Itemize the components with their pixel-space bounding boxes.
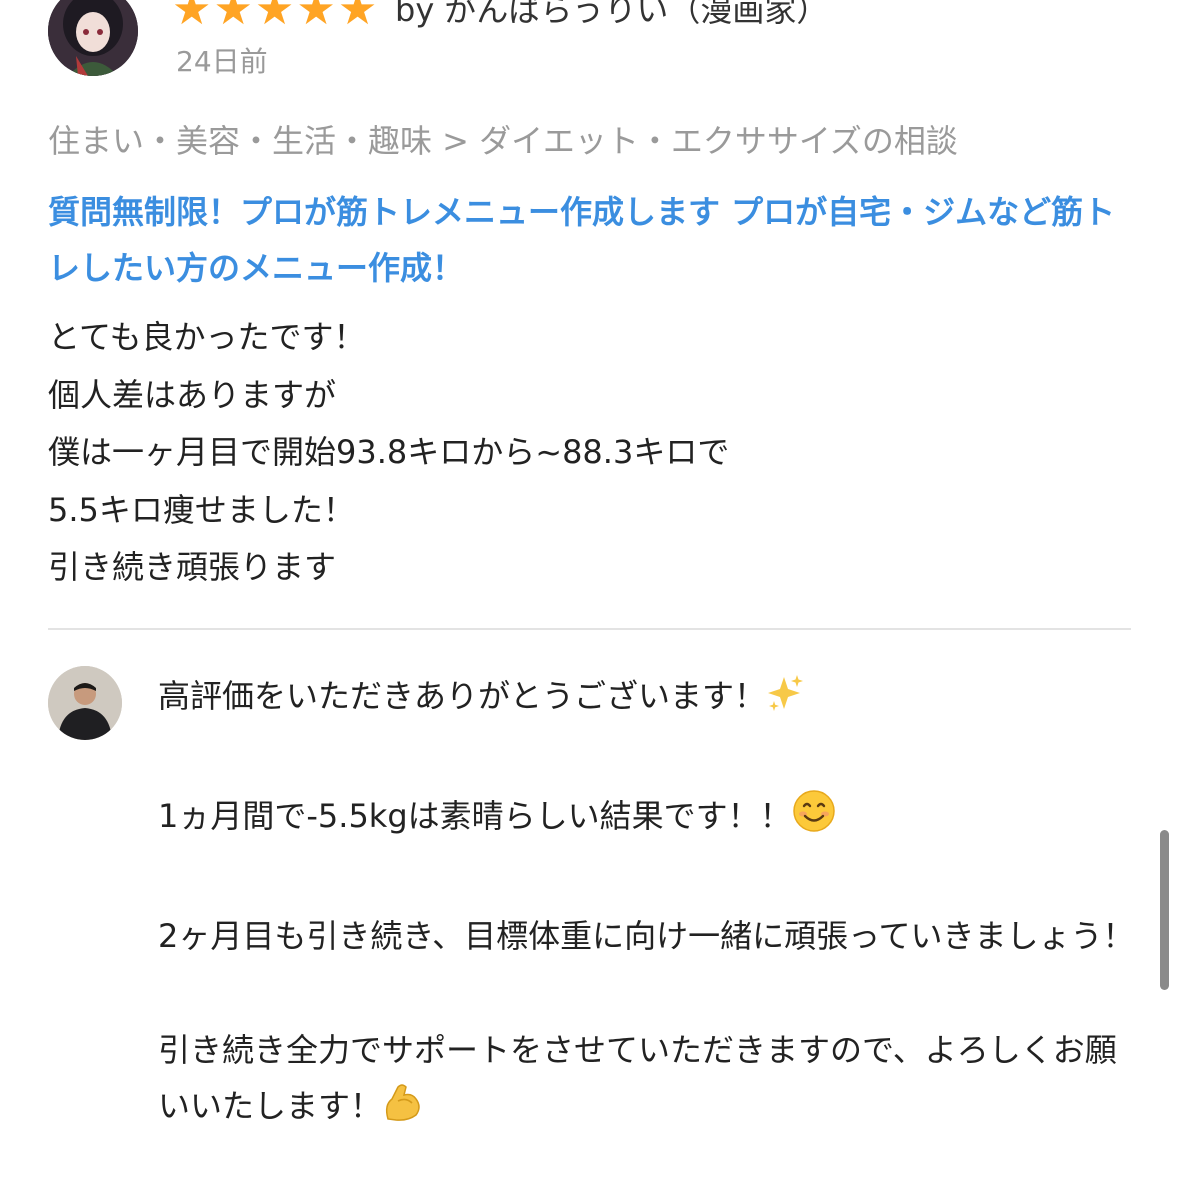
review-line: とても良かったです！ bbox=[48, 318, 366, 356]
reply-paragraph: 1ヵ月間で-5.5kgは素晴らしい結果です！！ bbox=[158, 788, 1138, 850]
divider bbox=[48, 628, 1131, 630]
category-breadcrumb[interactable]: 住まい・美容・生活・趣味 > ダイエット・エクササイズの相談 bbox=[48, 118, 958, 164]
star-icon: ★ bbox=[254, 0, 295, 35]
reviewer-avatar[interactable] bbox=[48, 0, 138, 76]
seller-reply: 高評価をいただきありがとうございます！ 1ヵ月間で-5.5kgは素晴らしい結果で… bbox=[158, 668, 1138, 1179]
star-icon: ★ bbox=[213, 0, 253, 35]
review-line: 僕は一ヶ月目で開始93.8キロから~88.3キロで bbox=[48, 433, 730, 471]
service-title-link[interactable]: 質問無制限！プロが筋トレメニュー作成します プロが自宅・ジムなど筋トレしたい方の… bbox=[48, 184, 1128, 296]
seller-avatar[interactable] bbox=[48, 666, 122, 740]
review-body: とても良かったです！ 個人差はありますが 僕は一ヶ月目で開始93.8キロから~8… bbox=[48, 309, 1128, 597]
star-icon: ★ bbox=[172, 0, 212, 35]
reply-paragraph: 高評価をいただきありがとうございます！ bbox=[158, 668, 1138, 730]
review-line: 個人差はありますが bbox=[48, 375, 337, 414]
star-icon: ★ bbox=[296, 0, 336, 35]
reply-text: 高評価をいただきありがとうございます！ bbox=[158, 677, 767, 715]
rating-stars: ★ ★ ★ ★ ★ bbox=[172, 0, 377, 32]
review-line: 引き続き頑張ります bbox=[48, 548, 337, 586]
reply-paragraph: 引き続き全力でサポートをさせていただきますので、よろしくお願いいたします！ bbox=[158, 1022, 1138, 1140]
reply-paragraph: 2ヶ月目も引き続き、目標体重に向け一緒に頑張っていきましょう！ bbox=[158, 908, 1138, 964]
review-line: 5.5キロ痩せました！ bbox=[48, 490, 355, 529]
star-icon: ★ bbox=[337, 0, 378, 35]
review-page: ★ ★ ★ ★ ★ by がんばらうりい（漫画家） 24日前 住まい・美容・生活… bbox=[0, 0, 1179, 1179]
sparkles-emoji bbox=[766, 673, 804, 730]
reply-text: 1ヵ月間で-5.5kgは素晴らしい結果です！！ bbox=[158, 797, 792, 835]
reviewer-name[interactable]: by がんばらうりい（漫画家） bbox=[395, 0, 828, 32]
smiling-face-emoji bbox=[792, 789, 836, 850]
reply-text: 引き続き全力でサポートをさせていただきますので、よろしくお願いいたします！ bbox=[158, 1031, 1117, 1125]
reply-text: 2ヶ月目も引き続き、目標体重に向け一緒に頑張っていきましょう！ bbox=[158, 917, 1135, 955]
scrollbar[interactable] bbox=[1160, 830, 1169, 990]
review-date: 24日前 bbox=[176, 45, 268, 78]
flexed-biceps-emoji bbox=[382, 1081, 424, 1140]
